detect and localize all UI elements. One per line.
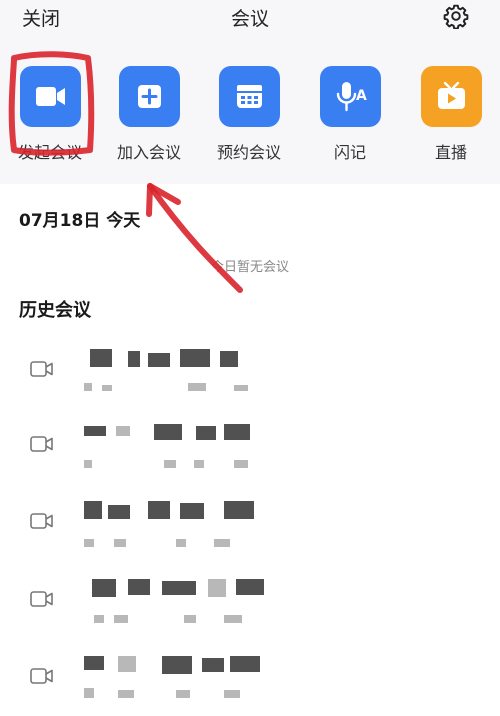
join-meeting-label: 加入会议: [116, 143, 181, 162]
schedule-meeting-button[interactable]: 预约会议: [204, 66, 294, 163]
start-meeting-label: 发起会议: [17, 143, 82, 162]
redaction-block: [84, 656, 104, 670]
redaction-block: [224, 424, 250, 440]
quick-actions: 发起会议 加入会议 预约会议 A 闪记 直播: [0, 46, 500, 184]
meeting-meta-redacted: [84, 611, 294, 623]
schedule-meeting-label: 预约会议: [216, 143, 281, 162]
redaction-block: [154, 424, 182, 440]
redaction-block: [84, 460, 92, 468]
live-stream-label: 直播: [434, 143, 467, 162]
flash-note-button[interactable]: A 闪记: [305, 66, 395, 163]
meeting-meta-redacted: [84, 688, 294, 698]
video-camera-outline-icon: [30, 591, 53, 607]
plus-square-icon: [118, 66, 180, 127]
video-camera-outline-icon: [30, 436, 53, 452]
meeting-name-redacted: [84, 501, 274, 519]
page-title: 会议: [230, 8, 269, 30]
redaction-block: [234, 460, 248, 468]
redaction-block: [102, 385, 112, 391]
meeting-name-redacted: [84, 349, 274, 367]
flash-note-label: 闪记: [333, 143, 366, 162]
start-meeting-button[interactable]: 发起会议: [5, 66, 95, 163]
redaction-block: [84, 501, 102, 519]
redaction-block: [162, 656, 192, 674]
today-date-label: 07月18日 今天: [19, 211, 141, 231]
gear-icon[interactable]: [443, 3, 469, 29]
meeting-name-redacted: [84, 424, 274, 442]
meeting-name-redacted: [84, 656, 274, 674]
redaction-block: [114, 539, 126, 547]
redaction-block: [84, 383, 92, 391]
calendar-icon: [218, 66, 280, 127]
redaction-block: [84, 539, 94, 547]
meeting-name-redacted: [84, 579, 274, 597]
video-camera-icon: [19, 66, 81, 127]
redaction-block: [148, 353, 170, 367]
video-camera-outline-icon: [30, 361, 53, 377]
meeting-meta-redacted: [84, 456, 294, 468]
redaction-block: [108, 505, 130, 519]
redaction-block: [236, 579, 264, 595]
join-meeting-button[interactable]: 加入会议: [104, 66, 194, 163]
redaction-block: [90, 349, 112, 367]
redaction-block: [128, 579, 150, 595]
meeting-meta-redacted: [84, 533, 294, 547]
redaction-block: [224, 501, 254, 519]
history-item[interactable]: [0, 489, 500, 565]
redaction-block: [234, 385, 248, 391]
redaction-block: [162, 581, 196, 595]
history-title: 历史会议: [19, 300, 91, 321]
redaction-block: [214, 539, 230, 547]
redaction-block: [180, 349, 210, 367]
redaction-block: [92, 579, 116, 597]
redaction-block: [128, 351, 140, 367]
redaction-block: [180, 503, 204, 519]
redaction-block: [176, 690, 190, 698]
mic-ai-icon: A: [319, 66, 381, 127]
history-item[interactable]: [0, 644, 500, 716]
redaction-block: [208, 579, 226, 597]
redaction-block: [148, 501, 170, 519]
meeting-meta-redacted: [84, 381, 294, 391]
redaction-block: [202, 658, 224, 672]
history-item[interactable]: [0, 337, 500, 413]
redaction-block: [94, 615, 104, 623]
redaction-block: [220, 351, 238, 367]
top-bar: 关闭 会议: [0, 0, 500, 46]
svg-text:A: A: [356, 88, 367, 104]
no-meetings-text: 今日暂无会议: [210, 260, 289, 275]
video-camera-outline-icon: [30, 513, 53, 529]
redaction-block: [224, 690, 240, 698]
redaction-block: [84, 426, 106, 436]
video-camera-outline-icon: [30, 668, 53, 684]
redaction-block: [118, 656, 136, 672]
redaction-block: [116, 426, 130, 436]
redaction-block: [188, 383, 206, 391]
redaction-block: [164, 460, 176, 468]
history-item[interactable]: [0, 412, 500, 488]
tv-play-icon: [420, 66, 482, 127]
redaction-block: [118, 690, 134, 698]
redaction-block: [194, 460, 204, 468]
redaction-block: [224, 615, 242, 623]
redaction-block: [84, 688, 94, 698]
redaction-block: [196, 426, 216, 440]
redaction-block: [114, 615, 128, 623]
redaction-block: [176, 539, 186, 547]
redaction-block: [230, 656, 260, 672]
redaction-block: [184, 615, 196, 623]
history-item[interactable]: [0, 567, 500, 643]
arrow-head: [146, 183, 181, 217]
live-stream-button[interactable]: 直播: [406, 66, 496, 163]
